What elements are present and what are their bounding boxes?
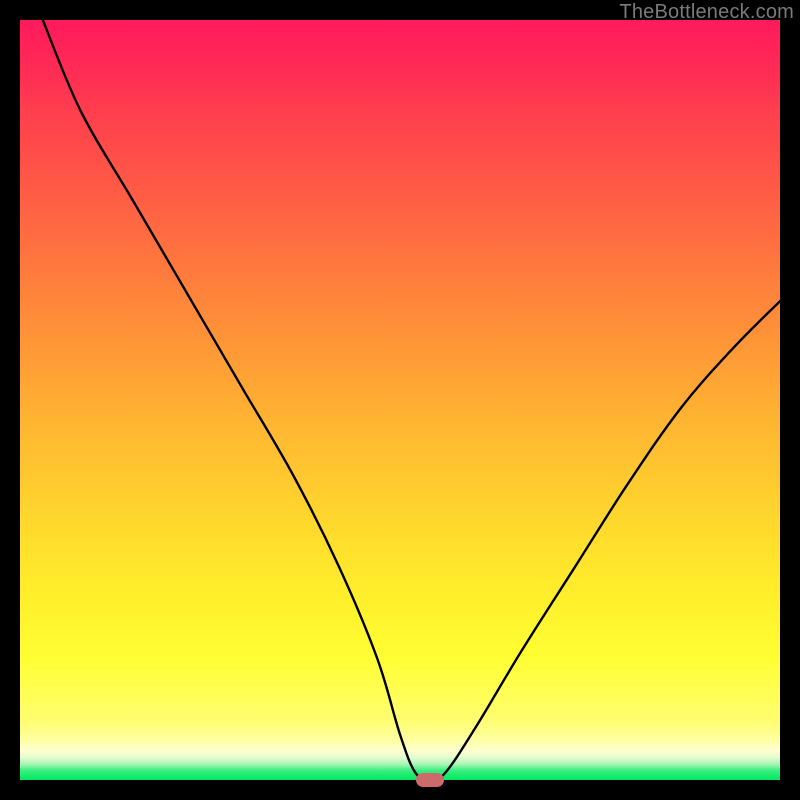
plot-area [20,20,780,780]
chart-frame: TheBottleneck.com [0,0,800,800]
optimum-marker [416,773,444,787]
bottleneck-curve [20,20,780,780]
